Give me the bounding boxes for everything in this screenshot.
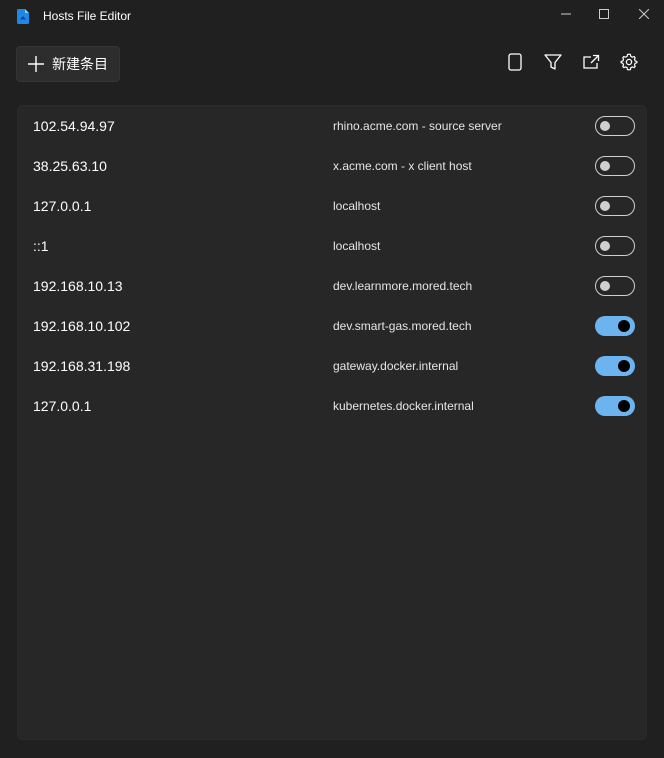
entry-hosts: kubernetes.docker.internal <box>333 399 474 413</box>
app-title: Hosts File Editor <box>43 9 132 23</box>
entry-active-toggle[interactable] <box>595 156 635 176</box>
filter-button[interactable] <box>539 50 567 78</box>
entry-active-toggle[interactable] <box>595 196 635 216</box>
entry-address: 192.168.10.13 <box>33 278 123 294</box>
new-entry-button[interactable]: 新建条目 <box>16 46 120 82</box>
minimize-button[interactable] <box>546 0 586 30</box>
entry-address: 127.0.0.1 <box>33 398 92 414</box>
host-entry-row[interactable]: 192.168.31.198 gateway.docker.internal <box>18 346 646 386</box>
entry-active-toggle[interactable] <box>595 276 635 296</box>
host-entry-row[interactable]: 192.168.10.13 dev.learnmore.mored.tech <box>18 266 646 306</box>
toggle-knob <box>600 161 610 171</box>
entry-address: ::1 <box>33 238 49 254</box>
host-entry-row[interactable]: ::1 localhost <box>18 226 646 266</box>
entry-hosts: dev.smart-gas.mored.tech <box>333 319 472 333</box>
entry-hosts: localhost <box>333 199 381 213</box>
open-external-button[interactable] <box>577 50 605 78</box>
toggle-knob <box>600 281 610 291</box>
host-entry-row[interactable]: 127.0.0.1 kubernetes.docker.internal <box>18 386 646 426</box>
toggle-knob <box>600 201 610 211</box>
entry-hosts: x.acme.com - x client host <box>333 159 472 173</box>
hosts-file-editor-window: Hosts File Editor 新建条目 102.54.94.97 rhin… <box>0 0 664 758</box>
maximize-button[interactable] <box>584 0 624 30</box>
close-icon <box>638 6 650 24</box>
entry-address: 192.168.31.198 <box>33 358 131 374</box>
entry-active-toggle[interactable] <box>595 316 635 336</box>
entry-active-toggle[interactable] <box>595 236 635 256</box>
new-entry-label: 新建条目 <box>52 56 108 72</box>
toggle-knob <box>618 320 630 332</box>
toggle-knob <box>618 360 630 372</box>
entry-hosts: rhino.acme.com - source server <box>333 119 502 133</box>
toggle-knob <box>600 121 610 131</box>
entry-active-toggle[interactable] <box>595 396 635 416</box>
entry-active-toggle[interactable] <box>595 116 635 136</box>
entry-hosts: localhost <box>333 239 381 253</box>
toggle-knob <box>600 241 610 251</box>
open-external-icon <box>582 53 600 76</box>
entry-active-toggle[interactable] <box>595 356 635 376</box>
hosts-list: 102.54.94.97 rhino.acme.com - source serv… <box>17 105 647 740</box>
close-button[interactable] <box>624 0 664 30</box>
title-bar[interactable]: Hosts File Editor <box>0 0 664 32</box>
open-file-button[interactable] <box>501 50 529 78</box>
gear-icon <box>620 53 638 76</box>
entry-hosts: dev.learnmore.mored.tech <box>333 279 473 293</box>
toggle-knob <box>618 400 630 412</box>
entry-address: 127.0.0.1 <box>33 198 92 214</box>
entry-address: 102.54.94.97 <box>33 118 115 134</box>
host-entry-row[interactable]: 127.0.0.1 localhost <box>18 186 646 226</box>
filter-icon <box>544 53 562 76</box>
minimize-icon <box>561 6 571 24</box>
hosts-file-icon <box>17 9 29 24</box>
settings-button[interactable] <box>615 50 643 78</box>
maximize-icon <box>599 6 609 24</box>
entry-address: 38.25.63.10 <box>33 158 107 174</box>
entry-hosts: gateway.docker.internal <box>333 359 459 373</box>
host-entry-row[interactable]: 38.25.63.10 x.acme.com - x client host <box>18 146 646 186</box>
host-entry-row[interactable]: 102.54.94.97 rhino.acme.com - source serv… <box>18 106 646 146</box>
entry-address: 192.168.10.102 <box>33 318 131 334</box>
file-icon <box>508 52 522 76</box>
host-entry-row[interactable]: 192.168.10.102 dev.smart-gas.mored.tech <box>18 306 646 346</box>
plus-icon <box>27 55 45 73</box>
